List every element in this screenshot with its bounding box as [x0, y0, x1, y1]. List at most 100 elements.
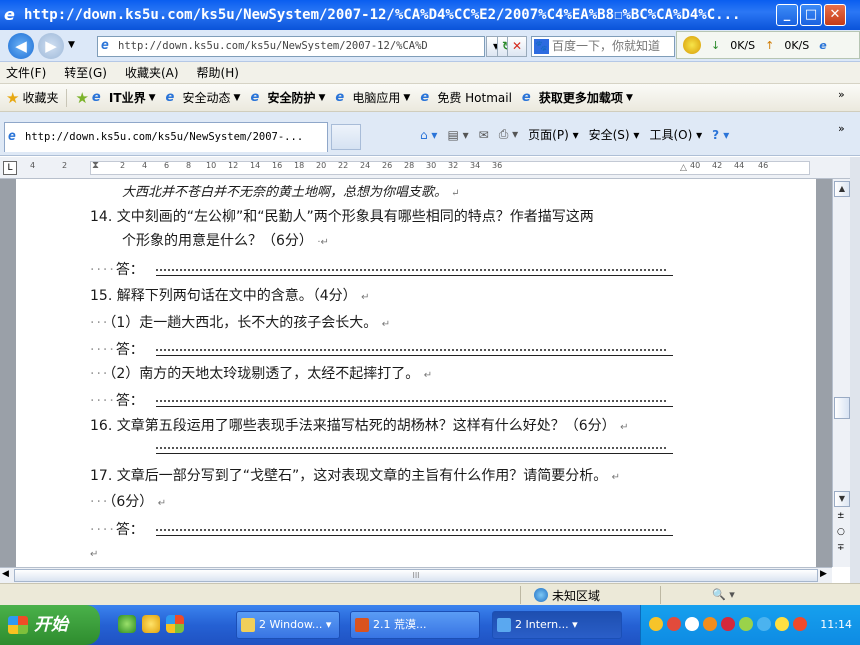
ie-icon — [497, 618, 511, 632]
favorites-button[interactable]: 收藏夹 — [22, 89, 58, 106]
feeds-icon[interactable]: ▤ ▾ — [447, 128, 468, 142]
chevron-down-icon: ▼ — [625, 92, 633, 103]
ruler-tick: 4 — [142, 161, 148, 170]
taskbar-internet-explorer[interactable]: 2 Intern... ▾ — [492, 611, 622, 639]
windows-logo-icon — [8, 616, 28, 634]
new-tab-button[interactable] — [331, 124, 361, 150]
browser-vertical-scrollbar[interactable] — [850, 157, 860, 597]
network-icon[interactable] — [757, 617, 771, 631]
previous-page-icon[interactable]: ± — [837, 511, 845, 521]
scroll-left-button[interactable]: ◀ — [2, 569, 9, 579]
page-menu[interactable]: 页面(P) ▾ — [528, 126, 578, 143]
stop-icon[interactable]: ✕ — [507, 36, 527, 57]
chevron-down-icon: ▼ — [148, 92, 156, 103]
page-icon: e — [8, 129, 16, 144]
answer-label: ····答： — [90, 342, 144, 358]
ruler-tick: 44 — [734, 161, 745, 170]
menu-file[interactable]: 文件(F) — [6, 64, 46, 81]
menu-favorites[interactable]: 收藏夹(A) — [125, 64, 179, 81]
maximize-button[interactable]: □ — [800, 4, 822, 26]
history-dropdown-icon[interactable]: ▼ — [68, 40, 75, 50]
quick-launch-desktop-icon[interactable] — [166, 615, 184, 633]
question-17-score: ···（6分） ↵ — [90, 494, 167, 510]
scroll-thumb[interactable] — [834, 397, 850, 419]
left-indent-marker[interactable]: ⧗ — [92, 160, 99, 171]
window-title: http://down.ks5u.com/ks5u/NewSystem/2007… — [24, 7, 741, 23]
search-input[interactable]: 🐾 百度一下，你就知道 — [531, 36, 675, 57]
title-bar[interactable]: e http://down.ks5u.com/ks5u/NewSystem/20… — [0, 0, 860, 30]
quick-launch-browser-icon[interactable] — [118, 615, 136, 633]
tray-app-icon[interactable] — [649, 617, 663, 631]
security-shield-icon[interactable] — [721, 617, 735, 631]
browse-object-icon[interactable]: ○ — [837, 527, 845, 537]
next-page-icon[interactable]: ∓ — [837, 543, 845, 553]
minimize-button[interactable]: _ — [776, 4, 798, 26]
fav-hotmail[interactable]: e 免费 Hotmail — [420, 89, 512, 106]
home-icon[interactable]: ⌂ ▾ — [420, 128, 437, 142]
ruler-tick: 2 — [62, 161, 68, 170]
start-label: 开始 — [34, 615, 68, 635]
overflow-chevron-icon[interactable]: » — [838, 122, 845, 135]
fav-security-protection[interactable]: e 安全防护 ▼ — [250, 89, 325, 106]
menu-goto[interactable]: 转至(G) — [64, 64, 107, 81]
address-bar[interactable]: e http://down.ks5u.com/ks5u/NewSystem/20… — [97, 36, 485, 57]
close-button[interactable]: ✕ — [824, 4, 846, 26]
folder-icon — [241, 618, 255, 632]
forward-button[interactable]: ▶ — [38, 33, 64, 59]
download-arrow-icon: ↓ — [711, 38, 721, 52]
ruler-tick: 36 — [492, 161, 503, 170]
tray-app-icon[interactable] — [775, 617, 789, 631]
ruler-tick: 28 — [404, 161, 415, 170]
scroll-up-button[interactable]: ▲ — [834, 181, 850, 197]
clock[interactable]: 11:14 — [820, 605, 852, 645]
vertical-scrollbar[interactable]: ▲ ▼ ± ○ ∓ — [832, 179, 850, 567]
tab-current[interactable]: e http://down.ks5u.com/ks5u/NewSystem/20… — [4, 122, 328, 152]
zoom-control[interactable]: 🔍 ▾ — [712, 586, 748, 604]
ie-logo-icon: e — [4, 5, 15, 24]
start-button[interactable]: 开始 — [0, 605, 100, 645]
baidu-logo-icon: 🐾 — [534, 39, 549, 54]
taskbar-powerpoint[interactable]: 2.1 荒漠... — [350, 611, 480, 639]
fav-pc-apps[interactable]: e 电脑应用 ▼ — [335, 89, 410, 106]
volume-icon[interactable] — [685, 617, 699, 631]
document-page[interactable]: 大西北并不苍白并不无奈的黄土地啊，总想为你唱支歌。 ↵ 14. 文中刻画的“左公… — [16, 179, 816, 567]
quick-launch-messenger-icon[interactable] — [142, 615, 160, 633]
right-indent-marker[interactable]: △ — [680, 163, 687, 173]
mail-icon[interactable]: ✉ — [479, 128, 489, 142]
answer-label: ····答： — [90, 393, 144, 409]
favorites-star-icon[interactable]: ★ — [6, 89, 19, 107]
network-monitor[interactable]: ↓ 0K/S ↑ 0K/S e — [676, 31, 860, 59]
fav-get-addons[interactable]: e 获取更多加载项 ▼ — [522, 89, 633, 106]
add-favorite-icon[interactable]: ★ — [75, 89, 88, 107]
ruler-tick: 12 — [228, 161, 239, 170]
taskbar-windows-explorer[interactable]: 2 Window... ▾ — [236, 611, 340, 639]
tray-app-icon[interactable] — [667, 617, 681, 631]
menu-help[interactable]: 帮助(H) — [197, 64, 239, 81]
ruler: L 4 2 2 4 6 8 10 12 14 16 18 20 22 24 26… — [0, 157, 860, 179]
question-15-part-2: ···（2）南方的天地太玲珑剔透了，太经不起摔打了。 ↵ — [90, 366, 433, 382]
tools-menu[interactable]: 工具(O) ▾ — [649, 126, 702, 143]
tab-stop-selector[interactable]: L — [3, 161, 17, 175]
print-icon[interactable]: ⎙ ▾ — [499, 127, 518, 142]
horizontal-scrollbar[interactable]: ◀ III ▶ — [0, 567, 832, 583]
safety-menu[interactable]: 安全(S) ▾ — [589, 126, 640, 143]
ruler-tick: 4 — [30, 161, 36, 170]
scroll-down-button[interactable]: ▼ — [834, 491, 850, 507]
address-url: http://down.ks5u.com/ks5u/NewSystem/2007… — [118, 40, 428, 52]
security-zone[interactable]: 未知区域 — [534, 586, 646, 604]
fav-security-news[interactable]: e 安全动态 ▼ — [166, 89, 241, 106]
back-button[interactable]: ◀ — [8, 33, 34, 59]
ruler-tick: 16 — [272, 161, 283, 170]
horizontal-scroll-thumb[interactable]: III — [14, 569, 818, 582]
tray-app-icon[interactable] — [739, 617, 753, 631]
tab-label: http://down.ks5u.com/ks5u/NewSystem/2007… — [25, 131, 304, 143]
fav-it-industry[interactable]: e IT业界 ▼ — [92, 89, 156, 106]
network-monitor-icon — [683, 36, 701, 54]
overflow-chevron-icon[interactable]: » — [838, 88, 845, 101]
help-icon[interactable]: ? ▾ — [712, 128, 729, 142]
ruler-tick: 24 — [360, 161, 371, 170]
document-area[interactable]: 大西北并不苍白并不无奈的黄土地啊，总想为你唱支歌。 ↵ 14. 文中刻画的“左公… — [0, 179, 832, 567]
scroll-right-button[interactable]: ▶ — [820, 569, 827, 579]
tray-app-icon[interactable] — [703, 617, 717, 631]
tray-app-icon[interactable] — [793, 617, 807, 631]
